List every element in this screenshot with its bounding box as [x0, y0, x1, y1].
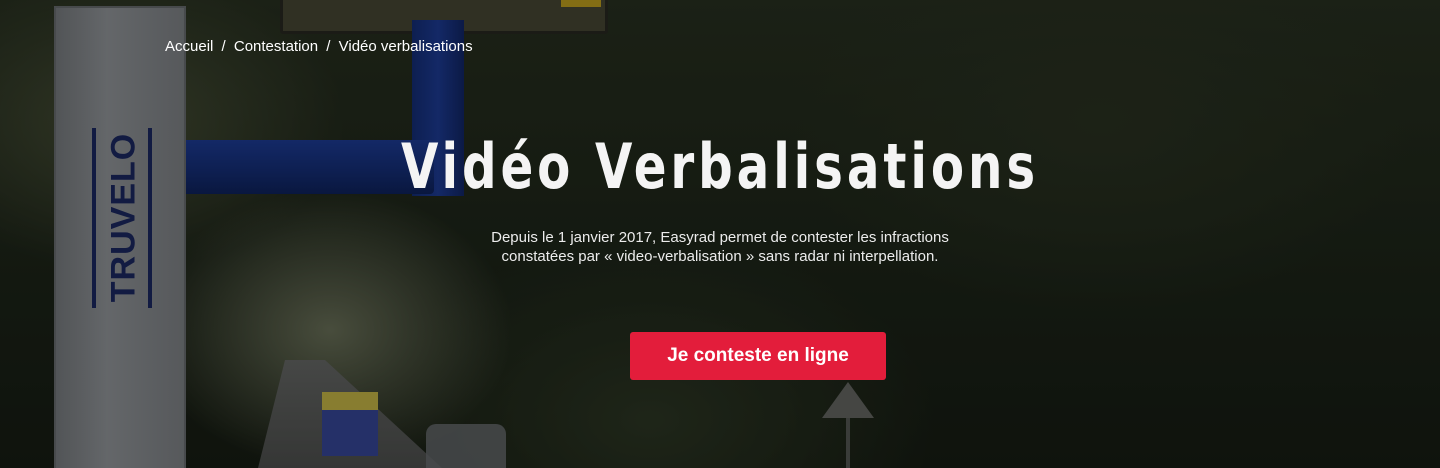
breadcrumb-current: Vidéo verbalisations: [338, 38, 473, 55]
contest-online-button[interactable]: Je conteste en ligne: [630, 332, 886, 380]
subtitle-line-1: Depuis le 1 janvier 2017, Easyrad permet…: [491, 229, 949, 246]
hero-banner: TRUVELO Accueil / Contestation / Vidéo v…: [0, 0, 1440, 468]
page-title: Vidéo Verbalisations: [400, 130, 1040, 203]
subtitle-line-2: constatées par « video-verbalisation » s…: [501, 248, 939, 265]
breadcrumb: Accueil / Contestation / Vidéo verbalisa…: [165, 38, 473, 55]
page-subtitle: Depuis le 1 janvier 2017, Easyrad permet…: [470, 228, 970, 266]
breadcrumb-separator: /: [221, 38, 226, 55]
breadcrumb-contestation-link[interactable]: Contestation: [234, 38, 318, 55]
breadcrumb-home-link[interactable]: Accueil: [165, 38, 213, 55]
breadcrumb-separator: /: [326, 38, 331, 55]
